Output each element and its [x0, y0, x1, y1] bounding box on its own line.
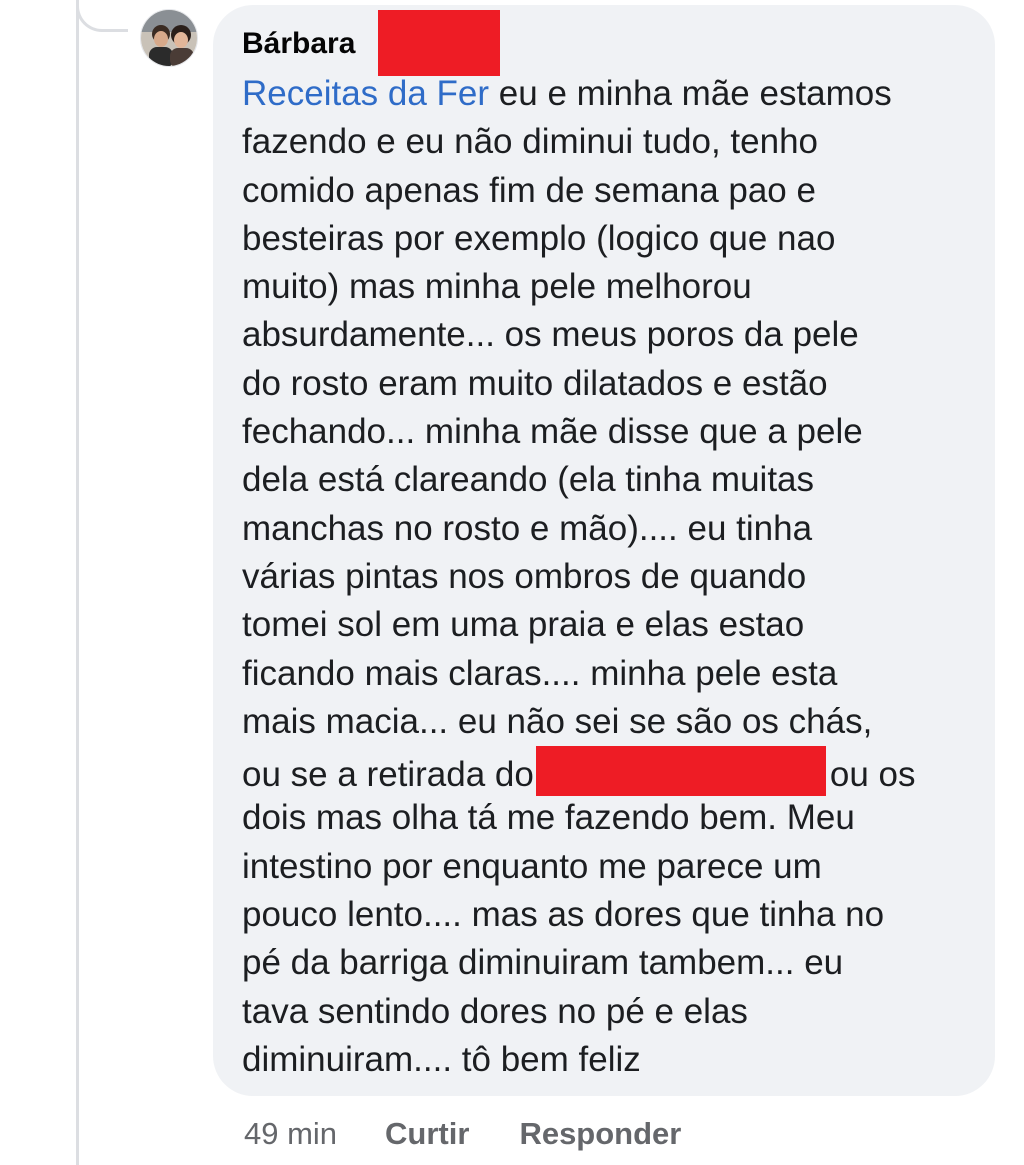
- comment-text-segment: ou os: [829, 755, 916, 795]
- like-button[interactable]: Curtir: [385, 1116, 469, 1152]
- comment-body: Receitas da Fer eu e minha mãe estamos f…: [242, 70, 982, 1084]
- comment-line-1: Receitas da Fer eu e minha mãe estamos: [242, 70, 982, 118]
- comment-line-9: dela está clareando (ela tinha muitas: [242, 460, 815, 500]
- redacted-word: [535, 746, 826, 797]
- comment-line-16: dois mas olha tá me fazendo bem. Meu: [242, 798, 855, 838]
- comment-timestamp[interactable]: 49 min: [244, 1116, 337, 1152]
- comment-line-12: tomei sol em uma praia e elas estao: [242, 605, 805, 645]
- thread-connector-line: [76, 0, 79, 1165]
- comment-line-15: ou se a retirada do ou os: [242, 746, 982, 797]
- avatar-photo: [141, 10, 197, 66]
- comment-line-21: diminuiram.... tô bem feliz: [242, 1039, 641, 1079]
- comment-thread: Bárbara Receitas da Fer eu e minha mãe e…: [0, 0, 1024, 1165]
- comment-text-segment: eu e minha mãe estamos: [489, 74, 892, 113]
- comment-text-segment: ou se a retirada do: [242, 755, 534, 795]
- comment-line-4: besteiras por exemplo (logico que nao: [242, 218, 836, 258]
- comment-line-2: fazendo e eu não diminui tudo, tenho: [242, 122, 818, 162]
- comment-line-20: tava sentindo dores no pé e elas: [242, 991, 748, 1031]
- comment-line-10: manchas no rosto e mão).... eu tinha: [242, 508, 813, 548]
- author-name[interactable]: Bárbara: [242, 24, 355, 64]
- mention-link[interactable]: Receitas da Fer: [242, 74, 489, 113]
- comment-line-3: comido apenas fim de semana pao e: [242, 170, 816, 210]
- comment-header: Bárbara: [242, 24, 355, 64]
- redacted-surname: [378, 10, 500, 76]
- comment-line-8: fechando... minha mãe disse que a pele: [242, 412, 863, 452]
- comment-actions: 49 min Curtir Responder: [244, 1112, 731, 1156]
- reply-button[interactable]: Responder: [519, 1116, 681, 1152]
- comment-line-17: intestino por enquanto me parece um: [242, 846, 822, 886]
- comment-line-7: do rosto eram muito dilatados e estão: [242, 363, 828, 403]
- comment-line-6: absurdamente... os meus poros da pele: [242, 315, 859, 355]
- comment-line-11: várias pintas nos ombros de quando: [242, 556, 807, 596]
- comment-line-18: pouco lento.... mas as dores que tinha n…: [242, 895, 885, 935]
- comment-line-19: pé da barriga diminuiram tambem... eu: [242, 943, 844, 983]
- avatar[interactable]: [140, 9, 198, 67]
- thread-branch-line: [76, 0, 128, 32]
- comment-line-14: mais macia... eu não sei se são os chás,: [242, 701, 873, 741]
- comment-line-5: muito) mas minha pele melhorou: [242, 267, 752, 307]
- comment-line-13: ficando mais claras.... minha pele esta: [242, 653, 838, 693]
